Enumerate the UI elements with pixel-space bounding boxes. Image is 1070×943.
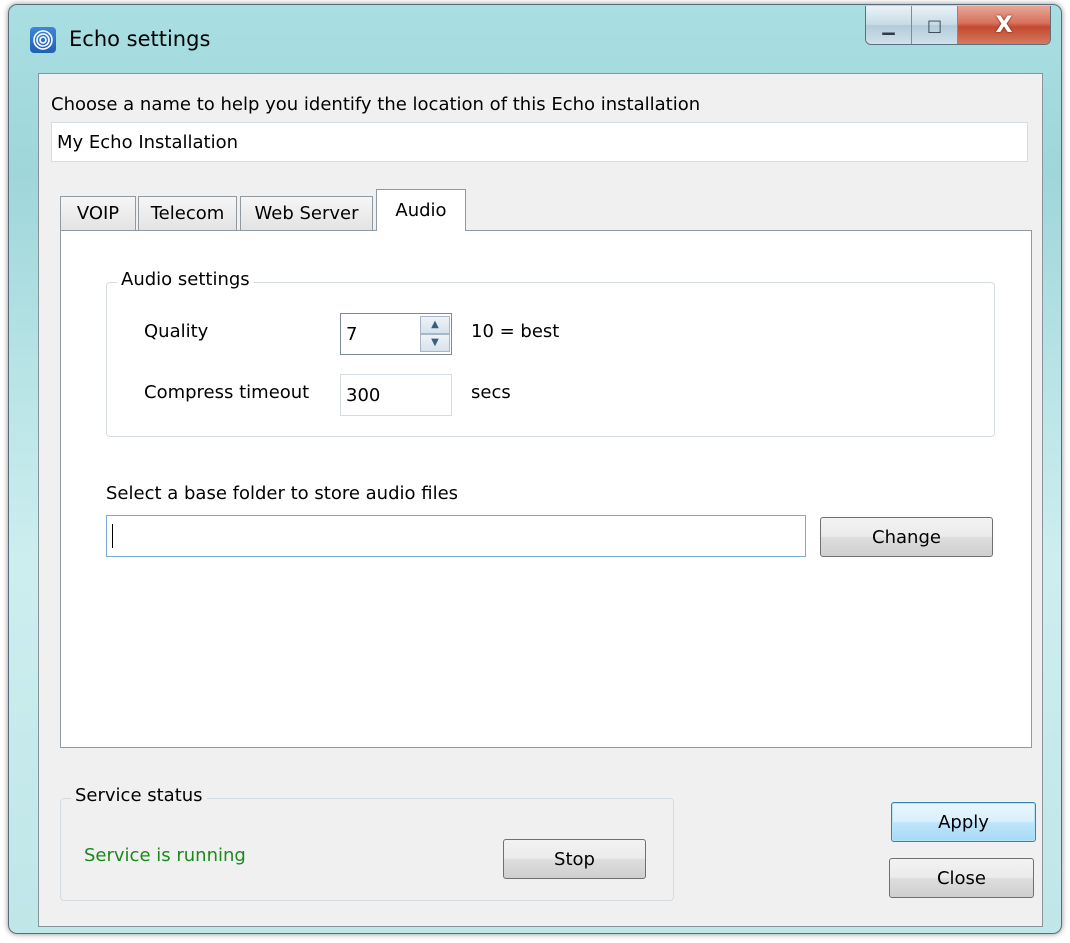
quality-stepper[interactable]: ▲ ▼ — [420, 316, 450, 352]
text-caret — [112, 524, 113, 548]
compress-timeout-unit: secs — [471, 382, 511, 403]
apply-button[interactable]: Apply — [891, 802, 1036, 842]
installation-name-input[interactable]: My Echo Installation — [51, 122, 1028, 162]
close-window-button[interactable]: X — [958, 6, 1050, 44]
quality-label: Quality — [144, 321, 209, 342]
audio-settings-group: Audio settings Quality 7 ▲ ▼ 10 = best C… — [106, 269, 995, 437]
maximize-icon: □ — [926, 15, 943, 35]
service-status-group: Service status Service is running Stop — [60, 785, 674, 901]
service-status-legend: Service status — [71, 785, 207, 806]
spin-up-icon[interactable]: ▲ — [420, 316, 450, 334]
tab-voip[interactable]: VOIP — [60, 196, 136, 230]
service-status-text: Service is running — [84, 845, 246, 866]
echo-settings-window: Echo settings ▁ □ X Choose a name to hel… — [8, 4, 1062, 934]
compress-timeout-label: Compress timeout — [144, 382, 310, 403]
maximize-button[interactable]: □ — [912, 6, 958, 44]
minimize-icon: ▁ — [882, 15, 895, 35]
tab-web-server[interactable]: Web Server — [240, 196, 373, 230]
quality-hint: 10 = best — [471, 321, 560, 342]
audio-folder-prompt: Select a base folder to store audio file… — [106, 483, 459, 504]
compress-timeout-input[interactable]: 300 — [340, 374, 452, 416]
caption-buttons: ▁ □ X — [865, 6, 1051, 45]
echo-rings-icon — [33, 30, 53, 50]
stop-service-button[interactable]: Stop — [503, 839, 646, 879]
audio-settings-legend: Audio settings — [117, 269, 254, 290]
close-button[interactable]: Close — [889, 858, 1034, 898]
installation-name-prompt: Choose a name to help you identify the l… — [51, 94, 701, 115]
window-title: Echo settings — [69, 27, 211, 51]
spin-down-icon[interactable]: ▼ — [420, 334, 450, 352]
close-icon: X — [995, 12, 1013, 38]
title-bar[interactable]: Echo settings ▁ □ X — [9, 5, 1061, 73]
minimize-button[interactable]: ▁ — [866, 6, 912, 44]
audio-folder-input[interactable] — [106, 515, 806, 557]
tab-audio[interactable]: Audio — [376, 189, 466, 231]
echo-app-icon — [30, 27, 56, 53]
audio-tab-panel: Audio settings Quality 7 ▲ ▼ 10 = best C… — [60, 230, 1032, 748]
client-area: Choose a name to help you identify the l… — [38, 73, 1043, 927]
tab-telecom[interactable]: Telecom — [138, 196, 237, 230]
change-folder-button[interactable]: Change — [820, 517, 993, 557]
